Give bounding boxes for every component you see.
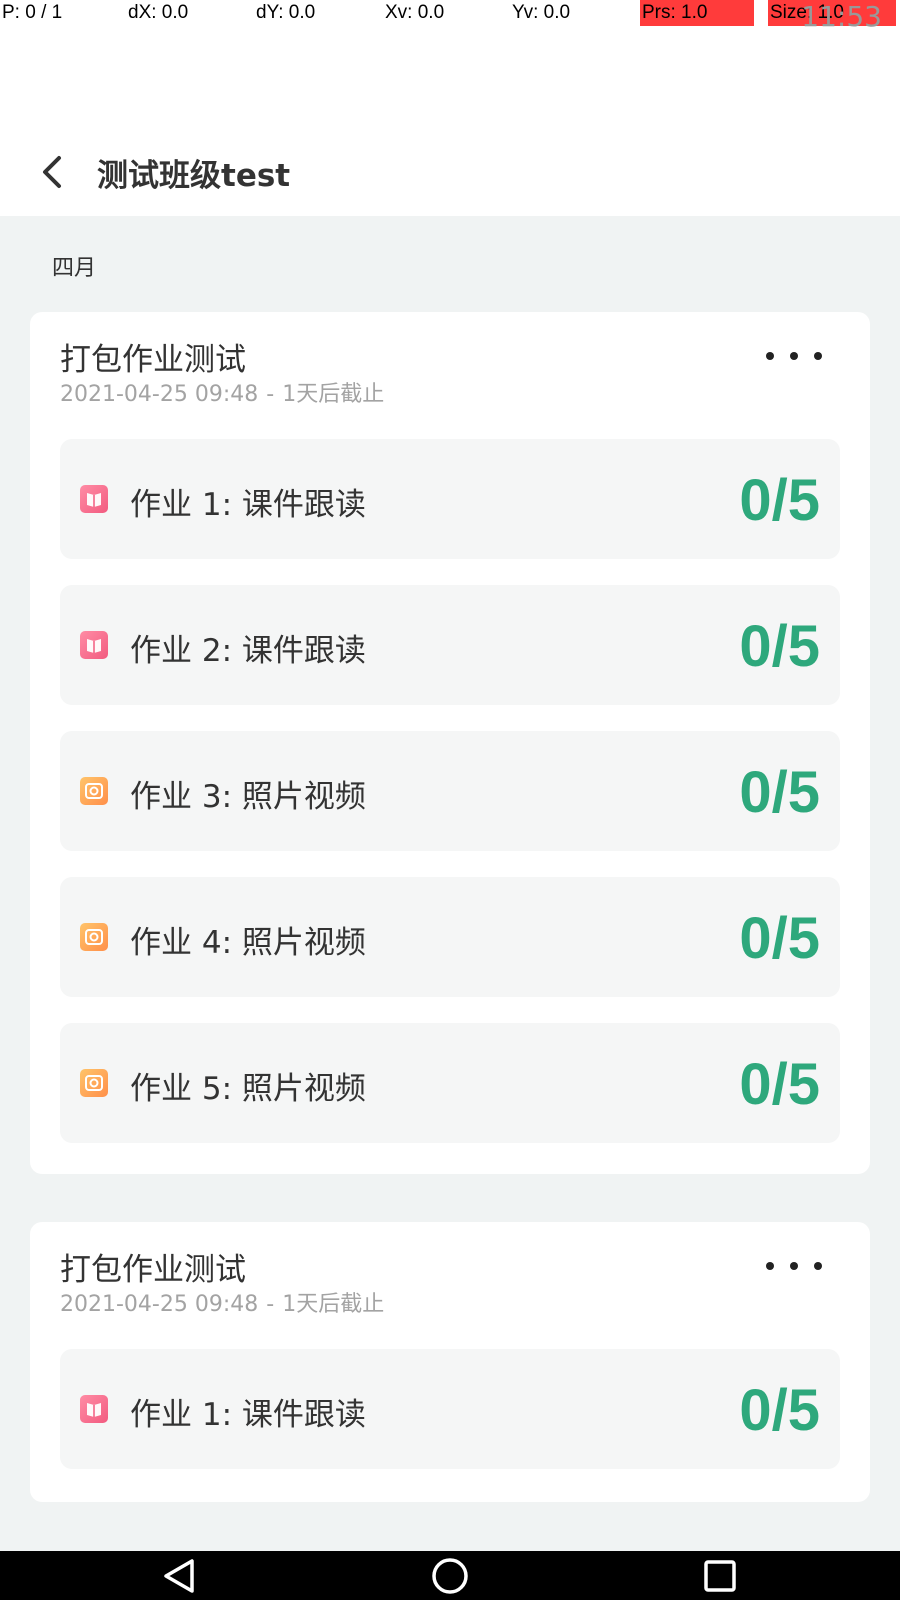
submission-count: 0/5 (739, 760, 820, 825)
homework-label: 作业 4: 照片视频 (130, 925, 366, 961)
homework-label: 作业 1: 课件跟读 (130, 1397, 366, 1433)
more-dot (766, 352, 774, 360)
debug-dy: dY: 0.0 (256, 2, 316, 23)
debug-pressure: Prs: 1.0 (640, 0, 754, 26)
debug-dx: dX: 0.0 (128, 2, 189, 23)
book-icon (80, 1395, 108, 1423)
submission-count: 0/5 (739, 1052, 820, 1117)
more-dot (766, 1262, 774, 1270)
more-dot (790, 1262, 798, 1270)
camera-icon (80, 923, 108, 951)
nav-back-button[interactable] (160, 1557, 200, 1595)
homework-label: 作业 5: 照片视频 (130, 1071, 366, 1107)
homework-label: 作业 2: 课件跟读 (130, 633, 366, 669)
submission-count: 0/5 (739, 906, 820, 971)
more-options-button[interactable] (766, 1250, 822, 1282)
chevron-left-icon (43, 156, 61, 188)
camera-icon (80, 1069, 108, 1097)
circle-home-icon (432, 1558, 468, 1594)
homework-row[interactable]: 作业 4: 照片视频 0/5 (60, 877, 840, 997)
homework-label: 作业 3: 照片视频 (130, 779, 366, 815)
homework-card[interactable]: 打包作业测试 2021-04-25 09:48-1天后截止 作业 1: 课件跟读… (30, 1222, 870, 1502)
nav-home-button[interactable] (430, 1557, 470, 1595)
square-recents-icon (704, 1560, 736, 1592)
card-datetime: 2021-04-25 09:48 (60, 382, 259, 407)
homework-row[interactable]: 作业 2: 课件跟读 0/5 (60, 585, 840, 705)
meta-separator: - (266, 382, 275, 407)
back-button[interactable] (30, 148, 74, 196)
nav-recents-button[interactable] (700, 1557, 740, 1595)
debug-yv: Yv: 0.0 (512, 2, 571, 23)
homework-row[interactable]: 作业 1: 课件跟读 0/5 (60, 439, 840, 559)
more-dot (814, 352, 822, 360)
app-header: 测试班级test (0, 130, 900, 216)
card-title: 打包作业测试 (60, 342, 246, 378)
book-icon (80, 485, 108, 513)
card-title: 打包作业测试 (60, 1252, 246, 1288)
more-dot (814, 1262, 822, 1270)
homework-label: 作业 1: 课件跟读 (130, 487, 366, 523)
triangle-back-icon (164, 1559, 194, 1593)
card-deadline: 1天后截止 (282, 1292, 385, 1317)
more-options-button[interactable] (766, 340, 822, 372)
homework-row[interactable]: 作业 3: 照片视频 0/5 (60, 731, 840, 851)
homework-card[interactable]: 打包作业测试 2021-04-25 09:48-1天后截止 作业 1: 课件跟读… (30, 312, 870, 1174)
homework-row[interactable]: 作业 5: 照片视频 0/5 (60, 1023, 840, 1143)
book-icon (80, 631, 108, 659)
pointer-debug-bar: P: 0 / 1 dX: 0.0 dY: 0.0 Xv: 0.0 Yv: 0.0… (0, 0, 900, 26)
month-section-label: 四月 (52, 256, 97, 281)
card-deadline: 1天后截止 (282, 382, 385, 407)
status-clock: 11:53 (801, 0, 882, 33)
page-title: 测试班级test (97, 158, 291, 194)
submission-count: 0/5 (739, 1378, 820, 1443)
debug-pointer: P: 0 / 1 (2, 2, 63, 23)
submission-count: 0/5 (739, 468, 820, 533)
system-navigation-bar (0, 1551, 900, 1600)
submission-count: 0/5 (739, 614, 820, 679)
card-meta: 2021-04-25 09:48-1天后截止 (60, 1286, 384, 1318)
more-dot (790, 352, 798, 360)
camera-icon (80, 777, 108, 805)
card-datetime: 2021-04-25 09:48 (60, 1292, 259, 1317)
homework-row[interactable]: 作业 1: 课件跟读 0/5 (60, 1349, 840, 1469)
card-meta: 2021-04-25 09:48-1天后截止 (60, 376, 384, 408)
homework-list[interactable]: 四月 打包作业测试 2021-04-25 09:48-1天后截止 作业 1: 课… (0, 216, 900, 1551)
debug-xv: Xv: 0.0 (385, 2, 445, 23)
meta-separator: - (266, 1292, 275, 1317)
